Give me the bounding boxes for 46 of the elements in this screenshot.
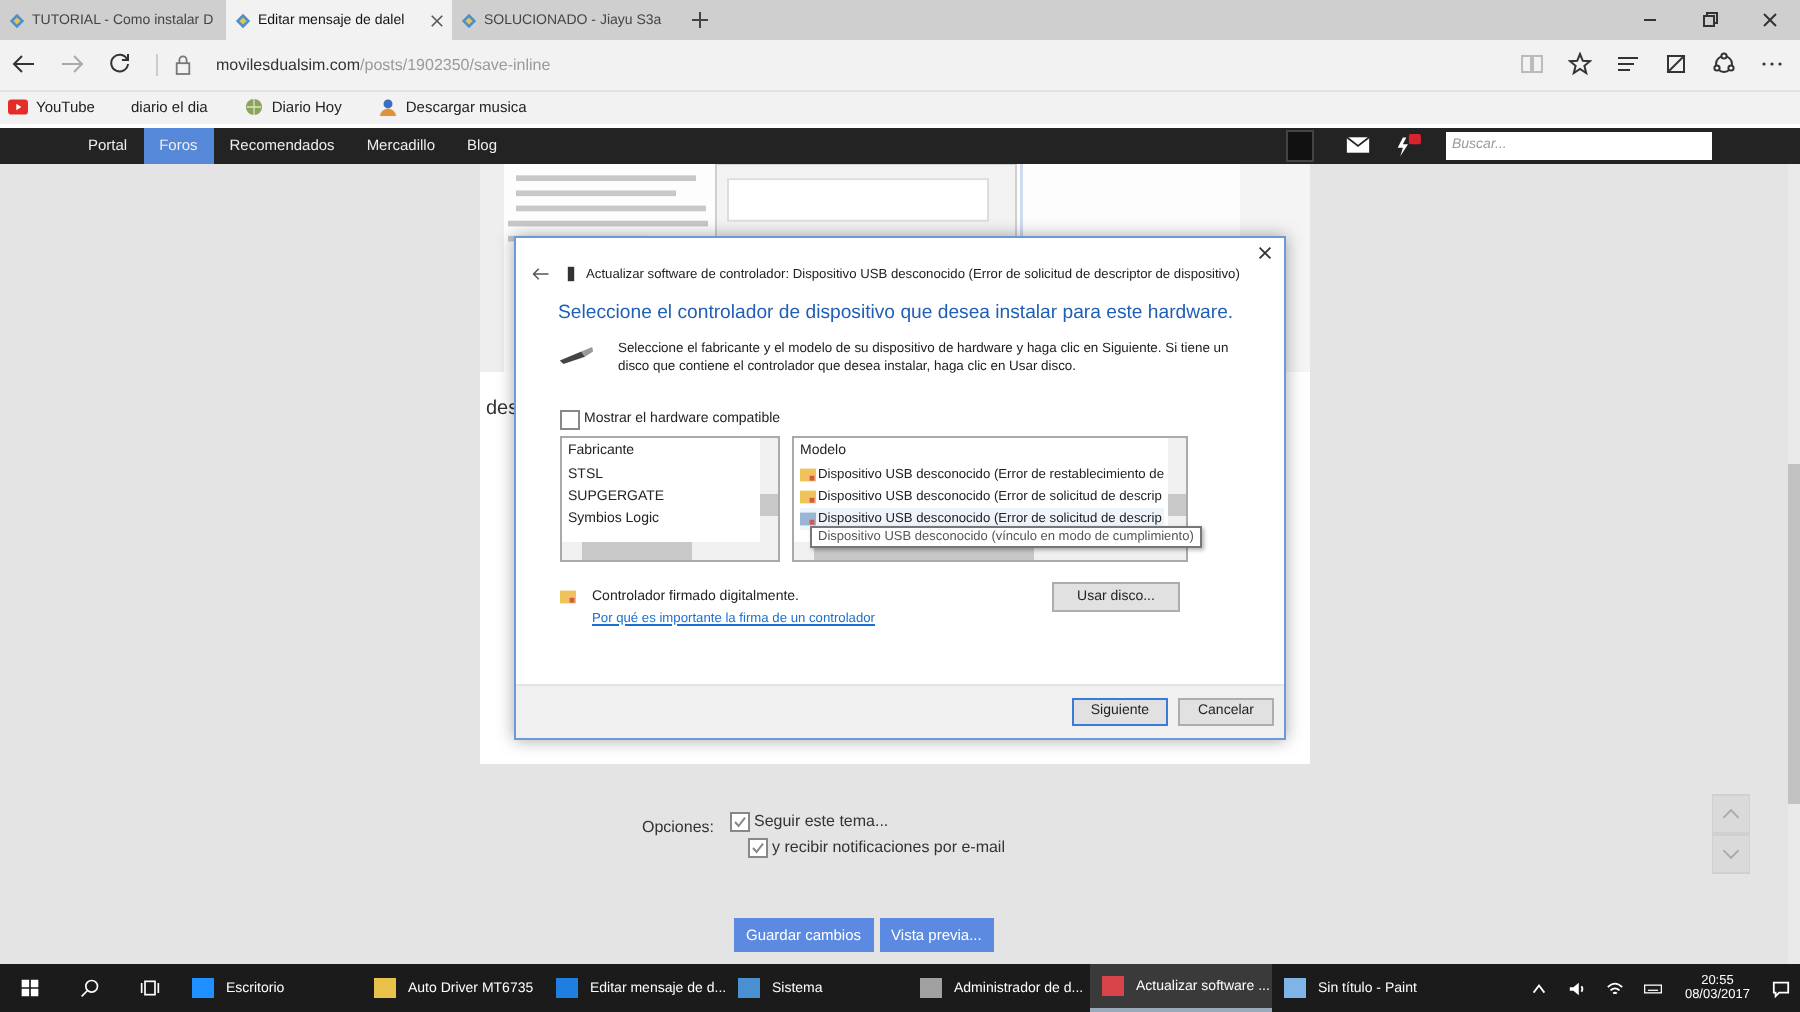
task-view-icon[interactable] <box>140 978 160 998</box>
usb-plug-icon <box>558 345 594 364</box>
person-icon <box>377 98 398 117</box>
lock-icon <box>156 53 192 76</box>
new-tab-icon[interactable] <box>690 10 710 30</box>
close-icon[interactable] <box>430 13 444 27</box>
checkbox[interactable] <box>748 837 768 858</box>
refresh-icon[interactable] <box>108 52 132 77</box>
notification-bolt-icon[interactable] <box>1394 133 1422 158</box>
usb-device-icon <box>566 265 576 282</box>
video-play-icon <box>8 98 28 117</box>
close-icon[interactable] <box>1760 10 1780 30</box>
restore-icon[interactable] <box>1700 10 1720 30</box>
certificate-icon <box>560 589 576 604</box>
globe-icon <box>243 98 264 117</box>
start-icon[interactable] <box>20 978 40 998</box>
site-logo-icon <box>8 11 26 29</box>
address-field[interactable]: movilesdualsim.com/posts/1902350/save-inline <box>216 55 551 74</box>
checkbox-label: y recibir notificaciones por e-mail <box>772 838 1005 857</box>
share-icon[interactable] <box>1712 52 1736 77</box>
dialog-heading: Seleccione el controlador de dispositivo que desea instalar para este hardware. <box>556 299 1236 324</box>
site-logo-icon <box>460 11 478 29</box>
checkbox[interactable] <box>730 811 750 832</box>
certificate-icon <box>800 489 816 504</box>
wifi-icon[interactable] <box>1606 979 1625 997</box>
back-icon[interactable] <box>12 52 36 77</box>
site-logo-icon <box>234 11 252 29</box>
notifications-icon[interactable] <box>1772 979 1790 997</box>
scrollbar[interactable] <box>1788 163 1800 964</box>
mail-icon[interactable] <box>1346 136 1370 155</box>
certificate-icon <box>800 467 816 482</box>
keyboard-icon[interactable] <box>1644 979 1663 997</box>
certificate-icon <box>800 511 816 526</box>
speaker-icon[interactable] <box>1568 979 1587 997</box>
options-label: Opciones: <box>639 815 714 840</box>
caret-icon[interactable] <box>1530 979 1549 997</box>
search-icon[interactable] <box>80 978 100 998</box>
web-note-icon[interactable] <box>1664 52 1688 77</box>
back-icon[interactable] <box>532 265 550 282</box>
scrollbar[interactable] <box>760 437 778 542</box>
hub-icon[interactable] <box>1616 52 1640 77</box>
close-icon[interactable] <box>1256 243 1274 262</box>
scrollbar[interactable] <box>562 541 778 560</box>
checkbox-label: Seguir este tema... <box>754 812 889 831</box>
checkbox[interactable] <box>560 409 580 430</box>
star-icon[interactable] <box>1568 52 1592 77</box>
